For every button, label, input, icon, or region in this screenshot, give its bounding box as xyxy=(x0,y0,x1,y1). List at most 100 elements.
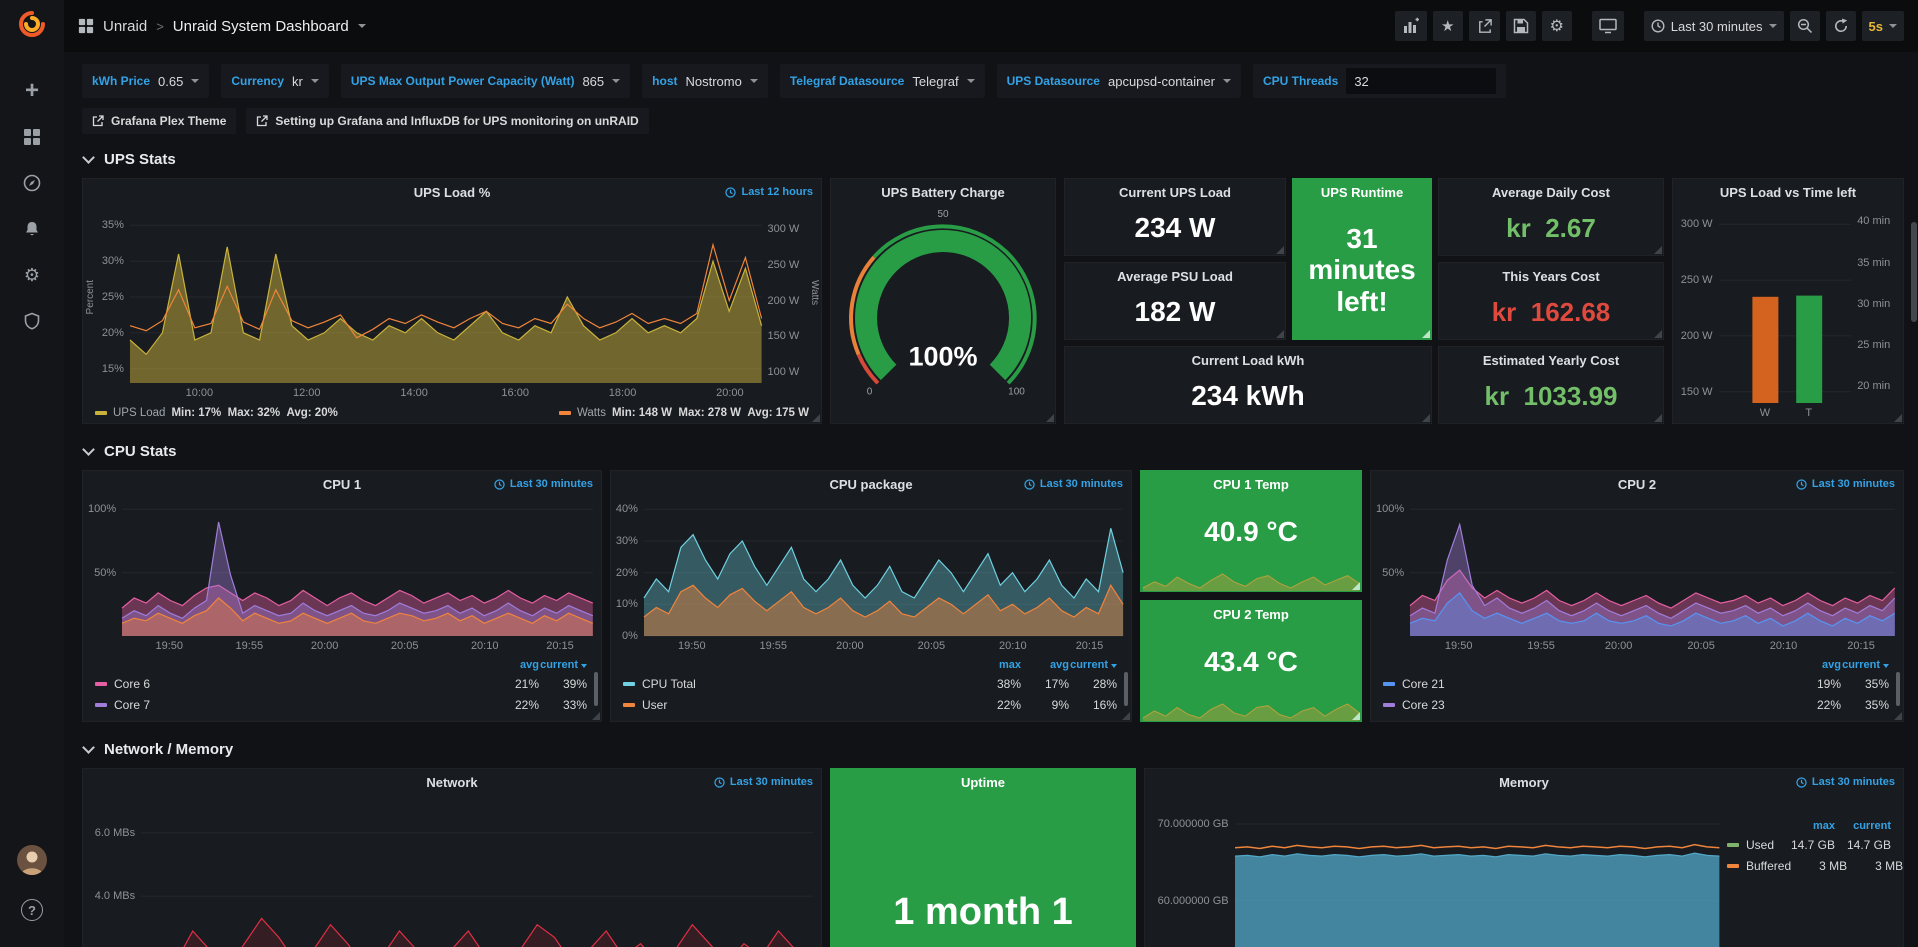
panel-resize-handle[interactable] xyxy=(592,712,600,720)
variable-host[interactable]: host Nostromo xyxy=(642,64,768,98)
sidebar-item-dashboards[interactable] xyxy=(12,117,52,157)
legend-sort-avg[interactable]: avg xyxy=(1793,659,1841,671)
breadcrumb-dashboard-title[interactable]: Unraid System Dashboard xyxy=(173,18,349,35)
network-chart[interactable]: 6.0 MBs4.0 MBs2.0 MBs xyxy=(83,795,821,947)
legend-sort-avg[interactable]: avg xyxy=(491,659,539,671)
variable-currency[interactable]: Currency kr xyxy=(221,64,329,98)
panel-title[interactable]: This Years Cost xyxy=(1502,269,1599,284)
legend-sort-avg[interactable]: avg xyxy=(1021,659,1069,671)
panel-title[interactable]: Current Load kWh xyxy=(1192,353,1305,368)
panel-title[interactable]: Average Daily Cost xyxy=(1492,185,1610,200)
section-network-memory[interactable]: Network / Memory xyxy=(82,734,1904,764)
series-name[interactable]: UPS Load xyxy=(113,407,165,419)
save-button[interactable] xyxy=(1506,11,1536,41)
sidebar-item-configuration[interactable]: ⚙ xyxy=(12,255,52,295)
add-panel-button[interactable] xyxy=(1395,11,1427,41)
sidebar-item-server-admin[interactable] xyxy=(12,301,52,341)
panel-title[interactable]: UPS Runtime xyxy=(1321,185,1403,200)
panel-title[interactable]: Estimated Yearly Cost xyxy=(1483,353,1619,368)
breadcrumb-app[interactable]: Unraid xyxy=(103,18,147,35)
cpu1-chart[interactable]: 100%50%19:5019:5520:0020:0520:1020:15 xyxy=(83,497,601,656)
dashboard-link-plex-theme[interactable]: Grafana Plex Theme xyxy=(82,108,236,134)
panel-resize-handle[interactable] xyxy=(1654,414,1662,422)
panel-resize-handle[interactable] xyxy=(1654,246,1662,254)
sidebar-item-create[interactable]: + xyxy=(12,71,52,111)
panel-resize-handle[interactable] xyxy=(812,414,820,422)
dashboard-caret-icon[interactable] xyxy=(358,24,366,28)
ups-load-vs-time-chart[interactable]: 300 W250 W200 W150 W40 min35 min30 min25… xyxy=(1673,205,1903,423)
variable-ups-datasource[interactable]: UPS Datasource apcupsd-container xyxy=(997,64,1241,98)
panel-resize-handle[interactable] xyxy=(1276,330,1284,338)
legend-scrollbar[interactable] xyxy=(1896,672,1900,706)
panel-resize-handle[interactable] xyxy=(1352,582,1360,590)
tv-mode-button[interactable] xyxy=(1592,11,1624,41)
variable-kwh-price[interactable]: kWh Price 0.65 xyxy=(82,64,209,98)
series-name[interactable]: Buffered xyxy=(1746,859,1791,873)
refresh-button[interactable] xyxy=(1826,11,1856,41)
legend-sort-max[interactable]: max xyxy=(1779,820,1835,832)
cpu2-chart[interactable]: 100%50%19:5019:5520:0020:0520:1020:15 xyxy=(1371,497,1903,656)
panel-title[interactable]: Current UPS Load xyxy=(1119,185,1231,200)
variable-ups-max-output[interactable]: UPS Max Output Power Capacity (Watt) 865 xyxy=(341,64,630,98)
page-scrollbar[interactable] xyxy=(1910,52,1918,947)
sidebar-item-alerting[interactable] xyxy=(12,209,52,249)
clock-icon xyxy=(1796,777,1807,788)
time-range-picker[interactable]: Last 30 minutes xyxy=(1644,11,1784,41)
sidebar-item-explore[interactable] xyxy=(12,163,52,203)
panel-title[interactable]: CPU 2 Temp xyxy=(1213,607,1289,622)
panel-resize-handle[interactable] xyxy=(1352,712,1360,720)
panel-resize-handle[interactable] xyxy=(1276,246,1284,254)
star-button[interactable]: ★ xyxy=(1433,11,1463,41)
section-ups-stats[interactable]: UPS Stats xyxy=(82,144,1904,174)
zoom-out-button[interactable] xyxy=(1790,11,1820,41)
panel-title[interactable]: Memory xyxy=(1499,775,1549,790)
legend-scrollbar[interactable] xyxy=(594,672,598,706)
legend-sort-current[interactable]: current xyxy=(1835,820,1891,832)
battery-gauge[interactable]: 050100100% xyxy=(831,205,1055,423)
cpu-threads-input[interactable] xyxy=(1346,68,1496,94)
dashboard-settings-button[interactable]: ⚙ xyxy=(1542,11,1572,41)
panel-title[interactable]: CPU 2 xyxy=(1618,477,1656,492)
panel-resize-handle[interactable] xyxy=(1894,414,1902,422)
panel-title[interactable]: CPU 1 xyxy=(323,477,361,492)
memory-chart[interactable]: 70.000000 GB60.000000 GB50.000000 GB xyxy=(1145,795,1727,947)
panel-resize-handle[interactable] xyxy=(1122,712,1130,720)
series-name[interactable]: User xyxy=(642,698,667,712)
share-button[interactable] xyxy=(1469,11,1500,41)
panel-resize-handle[interactable] xyxy=(1654,330,1662,338)
legend-scrollbar[interactable] xyxy=(1124,672,1128,706)
series-name[interactable]: Used xyxy=(1746,838,1774,852)
section-cpu-stats[interactable]: CPU Stats xyxy=(82,436,1904,466)
scrollbar-thumb[interactable] xyxy=(1911,222,1917,322)
legend-sort-current[interactable]: current xyxy=(1069,659,1117,671)
refresh-interval-picker[interactable]: 5s xyxy=(1862,11,1904,41)
dashboard-link-ups-guide[interactable]: Setting up Grafana and InfluxDB for UPS … xyxy=(246,108,648,134)
ups-load-chart[interactable]: 35%30%25%20%15%300 W250 W200 W150 W100 W… xyxy=(83,205,821,403)
series-name[interactable]: Watts xyxy=(577,407,606,419)
panel-title[interactable]: Network xyxy=(426,775,477,790)
panel-resize-handle[interactable] xyxy=(1422,330,1430,338)
variable-telegraf-datasource[interactable]: Telegraf Datasource Telegraf xyxy=(780,64,985,98)
panel-resize-handle[interactable] xyxy=(1046,414,1054,422)
series-name[interactable]: Core 21 xyxy=(1402,677,1445,691)
series-name[interactable]: Core 6 xyxy=(114,677,150,691)
panel-title[interactable]: Uptime xyxy=(961,775,1005,790)
sidebar-item-help[interactable]: ? xyxy=(12,890,52,930)
panel-resize-handle[interactable] xyxy=(1422,414,1430,422)
user-avatar[interactable] xyxy=(17,845,47,875)
panel-title[interactable]: UPS Battery Charge xyxy=(881,185,1005,200)
legend-sort-max[interactable]: max xyxy=(973,659,1021,671)
grafana-logo[interactable] xyxy=(18,10,46,38)
panel-title[interactable]: Average PSU Load xyxy=(1117,269,1233,284)
cpu-package-chart[interactable]: 40%30%20%10%0%19:5019:5520:0020:0520:102… xyxy=(611,497,1131,656)
series-name[interactable]: Core 23 xyxy=(1402,698,1445,712)
legend-sort-current[interactable]: current xyxy=(539,659,587,671)
legend-sort-current[interactable]: current xyxy=(1841,659,1889,671)
panel-title[interactable]: CPU package xyxy=(829,477,912,492)
panel-title[interactable]: UPS Load % xyxy=(414,185,491,200)
panel-resize-handle[interactable] xyxy=(1894,712,1902,720)
panel-title[interactable]: CPU 1 Temp xyxy=(1213,477,1289,492)
panel-title[interactable]: UPS Load vs Time left xyxy=(1720,185,1856,200)
series-name[interactable]: Core 7 xyxy=(114,698,150,712)
series-name[interactable]: CPU Total xyxy=(642,677,696,691)
